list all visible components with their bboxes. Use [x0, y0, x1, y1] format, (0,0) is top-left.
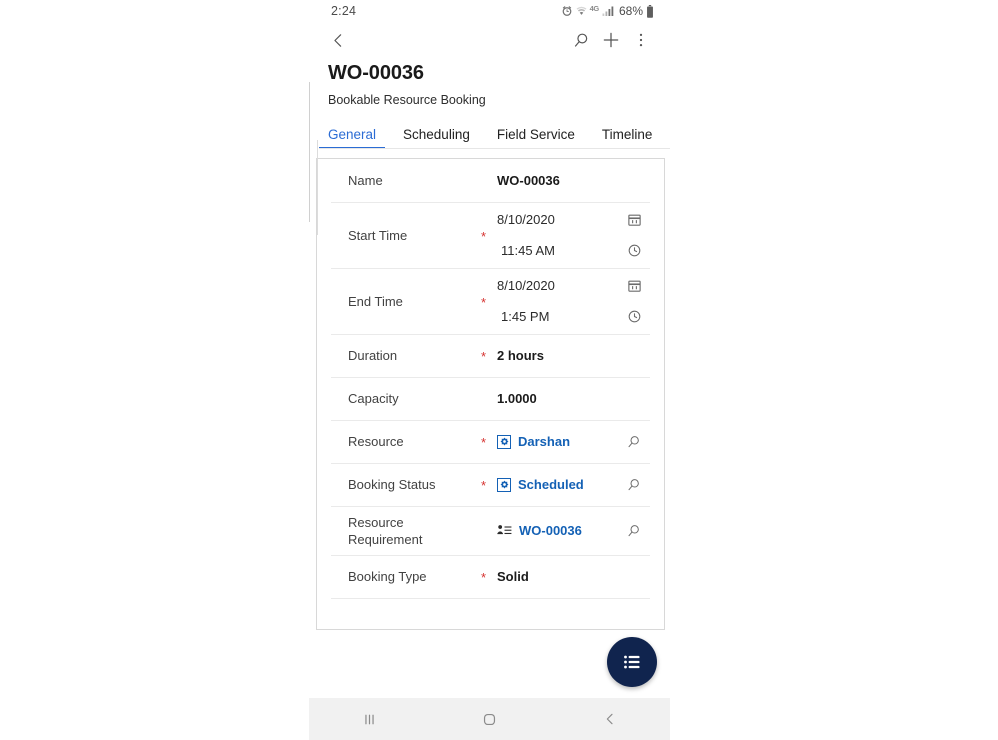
field-trailing-slot — [617, 270, 651, 332]
lookup-value-wrap: WO-00036 — [497, 523, 617, 538]
field-trailing-slot — [617, 204, 651, 266]
field-trailing-slot — [617, 426, 651, 457]
field-row-booking-type[interactable]: Booking Type * Solid — [317, 555, 664, 598]
field-label: Duration — [348, 348, 398, 363]
page-title: WO-00036 — [328, 62, 424, 84]
resource-requirement-icon — [497, 524, 512, 537]
field-value: Solid — [497, 569, 529, 584]
field-label: Name — [348, 173, 383, 188]
date-value: 8/10/2020 — [497, 212, 555, 227]
calendar-icon[interactable] — [627, 270, 642, 301]
field-value: 1.0000 — [497, 391, 537, 406]
tab-underline-rule — [319, 148, 670, 149]
time-value: 1:45 PM — [501, 309, 550, 324]
overflow-menu-icon[interactable] — [626, 25, 656, 55]
plus-icon[interactable] — [596, 25, 626, 55]
field-label: Resource Requirement — [348, 514, 423, 547]
record-header: WO-00036 Bookable Resource Booking — [309, 58, 670, 111]
field-value: 2 hours — [497, 348, 544, 363]
lookup-value-wrap: Darshan — [497, 434, 617, 449]
field-value: WO-00036 — [497, 523, 617, 538]
back-icon[interactable] — [550, 698, 670, 740]
battery-percent-label: 68% — [618, 4, 643, 18]
lookup-text: Scheduled — [518, 477, 584, 492]
field-value: WO-00036 — [497, 173, 560, 188]
lookup-search-icon[interactable] — [626, 515, 642, 546]
field-label: Booking Type — [348, 569, 427, 584]
recents-icon[interactable] — [309, 698, 429, 740]
field-row-resource[interactable]: Resource * Darshan — [317, 420, 664, 463]
tab-field-service[interactable]: Field Service — [497, 127, 575, 149]
field-trailing-slot — [617, 515, 651, 546]
search-icon[interactable] — [566, 25, 596, 55]
calendar-icon[interactable] — [627, 204, 642, 235]
tab-scheduling[interactable]: Scheduling — [403, 127, 470, 149]
required-marker: * — [481, 435, 487, 450]
clock-icon[interactable] — [627, 301, 642, 332]
lookup-text: WO-00036 — [519, 523, 582, 538]
status-icon-group: 4G 68% — [561, 4, 654, 18]
field-row-start-time[interactable]: Start Time * 8/10/2020 11:45 AM — [317, 202, 664, 268]
field-value: 8/10/2020 1:45 PM — [497, 270, 617, 332]
field-value: Darshan — [497, 434, 617, 449]
home-icon[interactable] — [429, 698, 549, 740]
form-card: Name WO-00036 Start Time * 8/10/2020 11:… — [316, 158, 665, 630]
back-chevron-icon[interactable] — [323, 25, 353, 55]
battery-icon — [646, 4, 654, 18]
signal-bars-icon — [602, 5, 614, 17]
time-value: 11:45 AM — [501, 243, 555, 258]
lookup-value-wrap: Scheduled — [497, 477, 617, 492]
wifi-icon — [576, 5, 587, 17]
field-row-name[interactable]: Name WO-00036 — [317, 159, 664, 202]
required-marker: * — [481, 294, 487, 310]
field-label: Capacity — [348, 391, 399, 406]
alarm-icon — [561, 5, 573, 17]
required-marker: * — [481, 570, 487, 585]
date-value: 8/10/2020 — [497, 278, 555, 293]
field-trailing-slot — [617, 469, 651, 500]
clock-icon[interactable] — [627, 235, 642, 266]
app-bar — [309, 22, 670, 58]
form-rows: Name WO-00036 Start Time * 8/10/2020 11:… — [317, 159, 664, 599]
system-nav-bar — [309, 698, 670, 740]
field-label: Start Time — [348, 227, 408, 243]
network-4g-icon: 4G — [589, 3, 600, 13]
lookup-search-icon[interactable] — [626, 469, 642, 500]
tab-general[interactable]: General — [318, 127, 386, 149]
panel-edge-line — [309, 82, 310, 222]
field-row-resource-requirement[interactable]: Resource Requirement WO-00036 — [317, 506, 664, 555]
field-row-duration[interactable]: Duration * 2 hours — [317, 334, 664, 377]
tab-timeline[interactable]: Timeline — [602, 127, 653, 149]
field-value: Scheduled — [497, 477, 617, 492]
field-row-capacity[interactable]: Capacity 1.0000 — [317, 377, 664, 420]
field-label: Resource — [348, 434, 404, 449]
list-menu-icon — [624, 655, 640, 669]
status-time: 2:24 — [331, 4, 357, 18]
required-marker: * — [481, 228, 487, 244]
field-label: Booking Status — [348, 477, 436, 492]
tab-strip: General Scheduling Field Service Timelin… — [309, 117, 670, 149]
form-bottom-rule — [331, 598, 650, 599]
field-label: End Time — [348, 293, 403, 309]
required-marker: * — [481, 349, 487, 364]
entity-name-label: Bookable Resource Booking — [328, 93, 486, 107]
phone-screen: 2:24 4G 68% WO-00036 Bookable Resource B… — [309, 0, 670, 740]
command-bar-fab[interactable] — [607, 637, 657, 687]
field-row-end-time[interactable]: End Time * 8/10/2020 1:45 PM — [317, 268, 664, 334]
lookup-search-icon[interactable] — [626, 426, 642, 457]
field-row-booking-status[interactable]: Booking Status * Scheduled — [317, 463, 664, 506]
bookable-resource-icon — [497, 434, 511, 449]
booking-status-icon — [497, 477, 511, 492]
status-bar: 2:24 4G 68% — [309, 0, 670, 22]
field-value: 8/10/2020 11:45 AM — [497, 204, 617, 266]
lookup-text: Darshan — [518, 434, 571, 449]
required-marker: * — [481, 478, 487, 493]
